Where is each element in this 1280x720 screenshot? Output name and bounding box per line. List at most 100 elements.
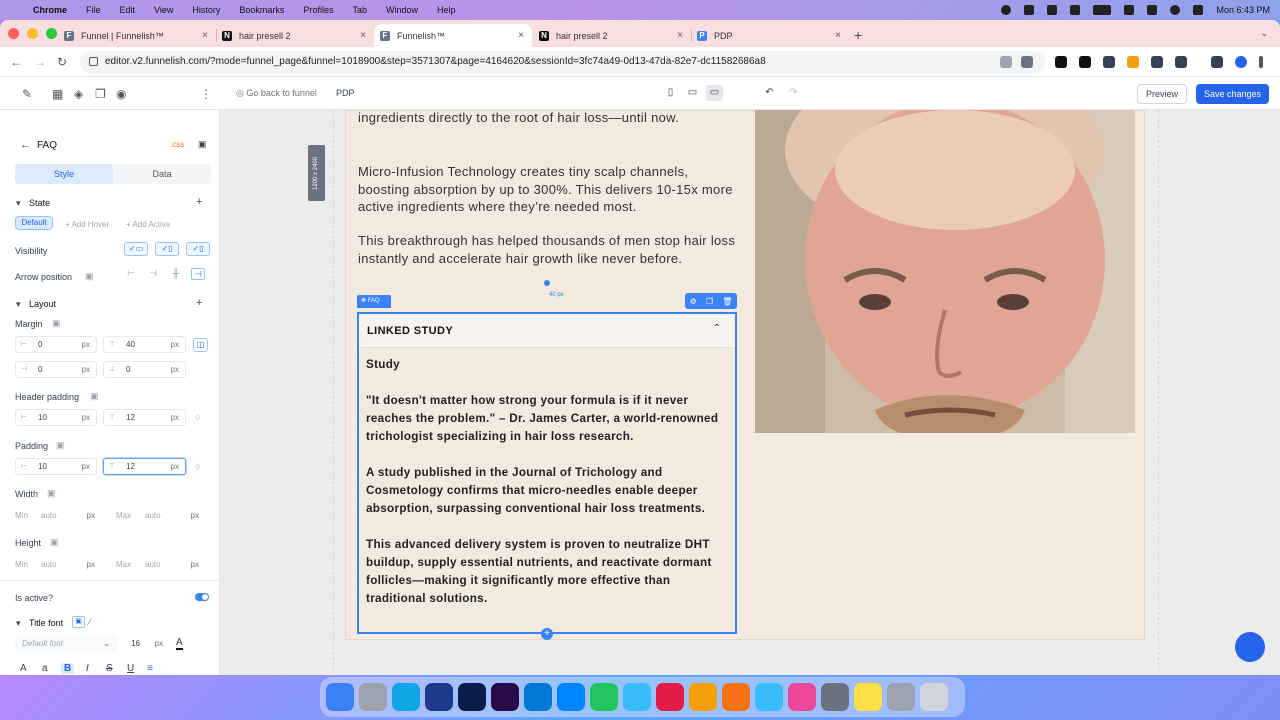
close-tab-icon[interactable]: × xyxy=(360,30,366,41)
link-margins-icon[interactable]: ◫ xyxy=(193,338,208,352)
trash-icon[interactable] xyxy=(920,683,948,711)
record-icon[interactable] xyxy=(1001,5,1012,15)
customer-photo[interactable] xyxy=(755,110,1135,433)
header-padding-horizontal-input[interactable]: ⊢ 10 px xyxy=(15,409,97,426)
redo-icon[interactable]: ↷ xyxy=(785,85,802,101)
menu-view[interactable]: View xyxy=(154,5,173,15)
go-back-link[interactable]: ◎ Go back to funnel xyxy=(236,88,317,99)
responsive-icon[interactable]: ▣ xyxy=(90,391,99,402)
tab-pdp[interactable]: P PDP × xyxy=(691,24,849,47)
menu-app-name[interactable]: Chrome xyxy=(33,5,67,15)
tab-style[interactable]: Style xyxy=(15,164,113,184)
back-chevron-icon[interactable]: ← xyxy=(20,139,31,151)
responsive-icon[interactable]: ▣ xyxy=(56,440,65,451)
layers-icon[interactable]: ◈ xyxy=(74,87,83,101)
extension-chart-icon[interactable] xyxy=(1151,56,1163,68)
volume-icon[interactable] xyxy=(1047,5,1058,15)
font-family-select[interactable]: Default font ⌄ xyxy=(15,635,117,652)
reset-style-icon[interactable]: ⁄ xyxy=(89,617,91,627)
layout-chevron-icon[interactable]: ▾ xyxy=(16,299,21,310)
keyboard-input-icon[interactable] xyxy=(1147,5,1158,15)
forward-arrow-icon[interactable]: → xyxy=(34,55,46,69)
settings-app-icon[interactable] xyxy=(887,683,915,711)
faq-element-tag[interactable]: ✥ FAQ xyxy=(357,295,391,308)
grid-icon[interactable]: ▦ xyxy=(52,87,63,101)
messenger-icon[interactable] xyxy=(557,683,585,711)
menu-window[interactable]: Window xyxy=(386,5,418,15)
arrow-right-align-icon[interactable]: ⊣ xyxy=(191,268,205,280)
premiere-icon[interactable] xyxy=(491,683,519,711)
site-info-icon[interactable] xyxy=(89,57,98,66)
app-store-icon[interactable] xyxy=(392,683,420,711)
extension-gear-icon[interactable] xyxy=(1103,56,1115,68)
menu-edit[interactable]: Edit xyxy=(120,5,136,15)
whatsapp-icon[interactable] xyxy=(590,683,618,711)
control-center-icon[interactable] xyxy=(1193,5,1204,15)
funnelish-logo-icon[interactable]: ✎ xyxy=(22,87,32,101)
photoshop-icon[interactable] xyxy=(458,683,486,711)
photos-icon[interactable] xyxy=(788,683,816,711)
uppercase-icon[interactable]: A xyxy=(20,663,27,674)
preview-button[interactable]: Preview xyxy=(1137,84,1187,104)
settings-circle-icon[interactable]: ◉ xyxy=(116,87,126,101)
responsive-icon[interactable]: ▣ xyxy=(50,537,59,548)
firefox-icon[interactable] xyxy=(722,683,750,711)
copy-icon[interactable]: ❐ xyxy=(95,87,106,101)
unlink-icon[interactable]: ○ xyxy=(195,412,200,422)
chrome-icon[interactable] xyxy=(689,683,717,711)
margin-right-input[interactable]: ⊣ 0 px xyxy=(15,361,97,378)
bold-icon[interactable]: B xyxy=(61,663,75,674)
responsive-icon[interactable]: ▣ xyxy=(72,616,85,628)
margin-left-input[interactable]: ⊢ 0 px xyxy=(15,336,97,353)
menu-history[interactable]: History xyxy=(192,5,220,15)
slack-icon[interactable] xyxy=(656,683,684,711)
margin-bottom-input[interactable]: ⊥ 0 px xyxy=(103,361,186,378)
align-left-icon[interactable]: ≡ xyxy=(147,663,153,674)
arrow-left-align-icon[interactable]: ⊢ xyxy=(124,268,138,280)
add-state-icon[interactable]: + xyxy=(196,196,202,208)
minimize-window-button[interactable] xyxy=(27,28,38,39)
menu-tab[interactable]: Tab xyxy=(352,5,367,15)
height-max-input[interactable]: auto px xyxy=(140,556,206,573)
bluetooth-icon[interactable] xyxy=(1070,5,1081,15)
width-min-input[interactable]: auto px xyxy=(36,507,102,524)
header-padding-vertical-input[interactable]: ⊤ 12 px xyxy=(103,409,186,426)
undo-icon[interactable]: ↶ xyxy=(761,85,778,101)
close-tab-icon[interactable]: × xyxy=(518,30,524,41)
underline-icon[interactable]: U xyxy=(127,663,134,674)
close-tab-icon[interactable]: × xyxy=(202,30,208,41)
new-tab-icon[interactable]: + xyxy=(854,27,862,43)
responsive-icon[interactable]: ▣ xyxy=(85,271,94,282)
visibility-tablet-toggle[interactable]: ✓▯ xyxy=(155,242,179,256)
responsive-icon[interactable]: ▣ xyxy=(52,318,61,329)
safari-icon[interactable] xyxy=(755,683,783,711)
visibility-mobile-toggle[interactable]: ✓▯ xyxy=(186,242,210,256)
menu-help[interactable]: Help xyxy=(437,5,456,15)
responsive-icon[interactable]: ▣ xyxy=(47,488,56,499)
wifi-icon[interactable] xyxy=(1124,5,1135,15)
back-arrow-icon[interactable]: ← xyxy=(10,55,22,69)
bookmark-star-icon[interactable] xyxy=(1021,56,1033,68)
tab-search-chevron-icon[interactable]: ⌄ xyxy=(1260,28,1268,39)
battery-icon[interactable] xyxy=(1093,5,1112,15)
font-color-icon[interactable]: A xyxy=(176,637,183,650)
lowercase-icon[interactable]: a xyxy=(42,663,48,674)
text-paragraph[interactable]: ingredients directly to the root of hair… xyxy=(358,110,738,127)
add-hover-link[interactable]: + Add Hover xyxy=(65,220,109,229)
url-field[interactable]: editor.v2.funnelish.com/?mode=funnel_pag… xyxy=(80,51,1045,73)
screenshot-icon[interactable] xyxy=(821,683,849,711)
italic-icon[interactable]: I xyxy=(86,663,89,674)
margin-drag-handle[interactable] xyxy=(544,280,550,286)
finder-icon[interactable] xyxy=(326,683,354,711)
strikethrough-icon[interactable]: S xyxy=(106,663,113,674)
save-disk-icon[interactable]: ▣ xyxy=(198,139,207,150)
add-active-link[interactable]: + Add Active xyxy=(126,220,170,229)
affinity-icon[interactable] xyxy=(425,683,453,711)
css-tag[interactable]: .css xyxy=(170,140,184,149)
faq-header[interactable]: LINKED STUDY ⌃ xyxy=(359,314,735,348)
launchpad-icon[interactable] xyxy=(359,683,387,711)
download-icon[interactable] xyxy=(1211,56,1223,68)
close-tab-icon[interactable]: × xyxy=(835,30,841,41)
duplicate-icon[interactable]: ❐ xyxy=(706,297,713,306)
add-layout-icon[interactable]: + xyxy=(196,297,202,309)
